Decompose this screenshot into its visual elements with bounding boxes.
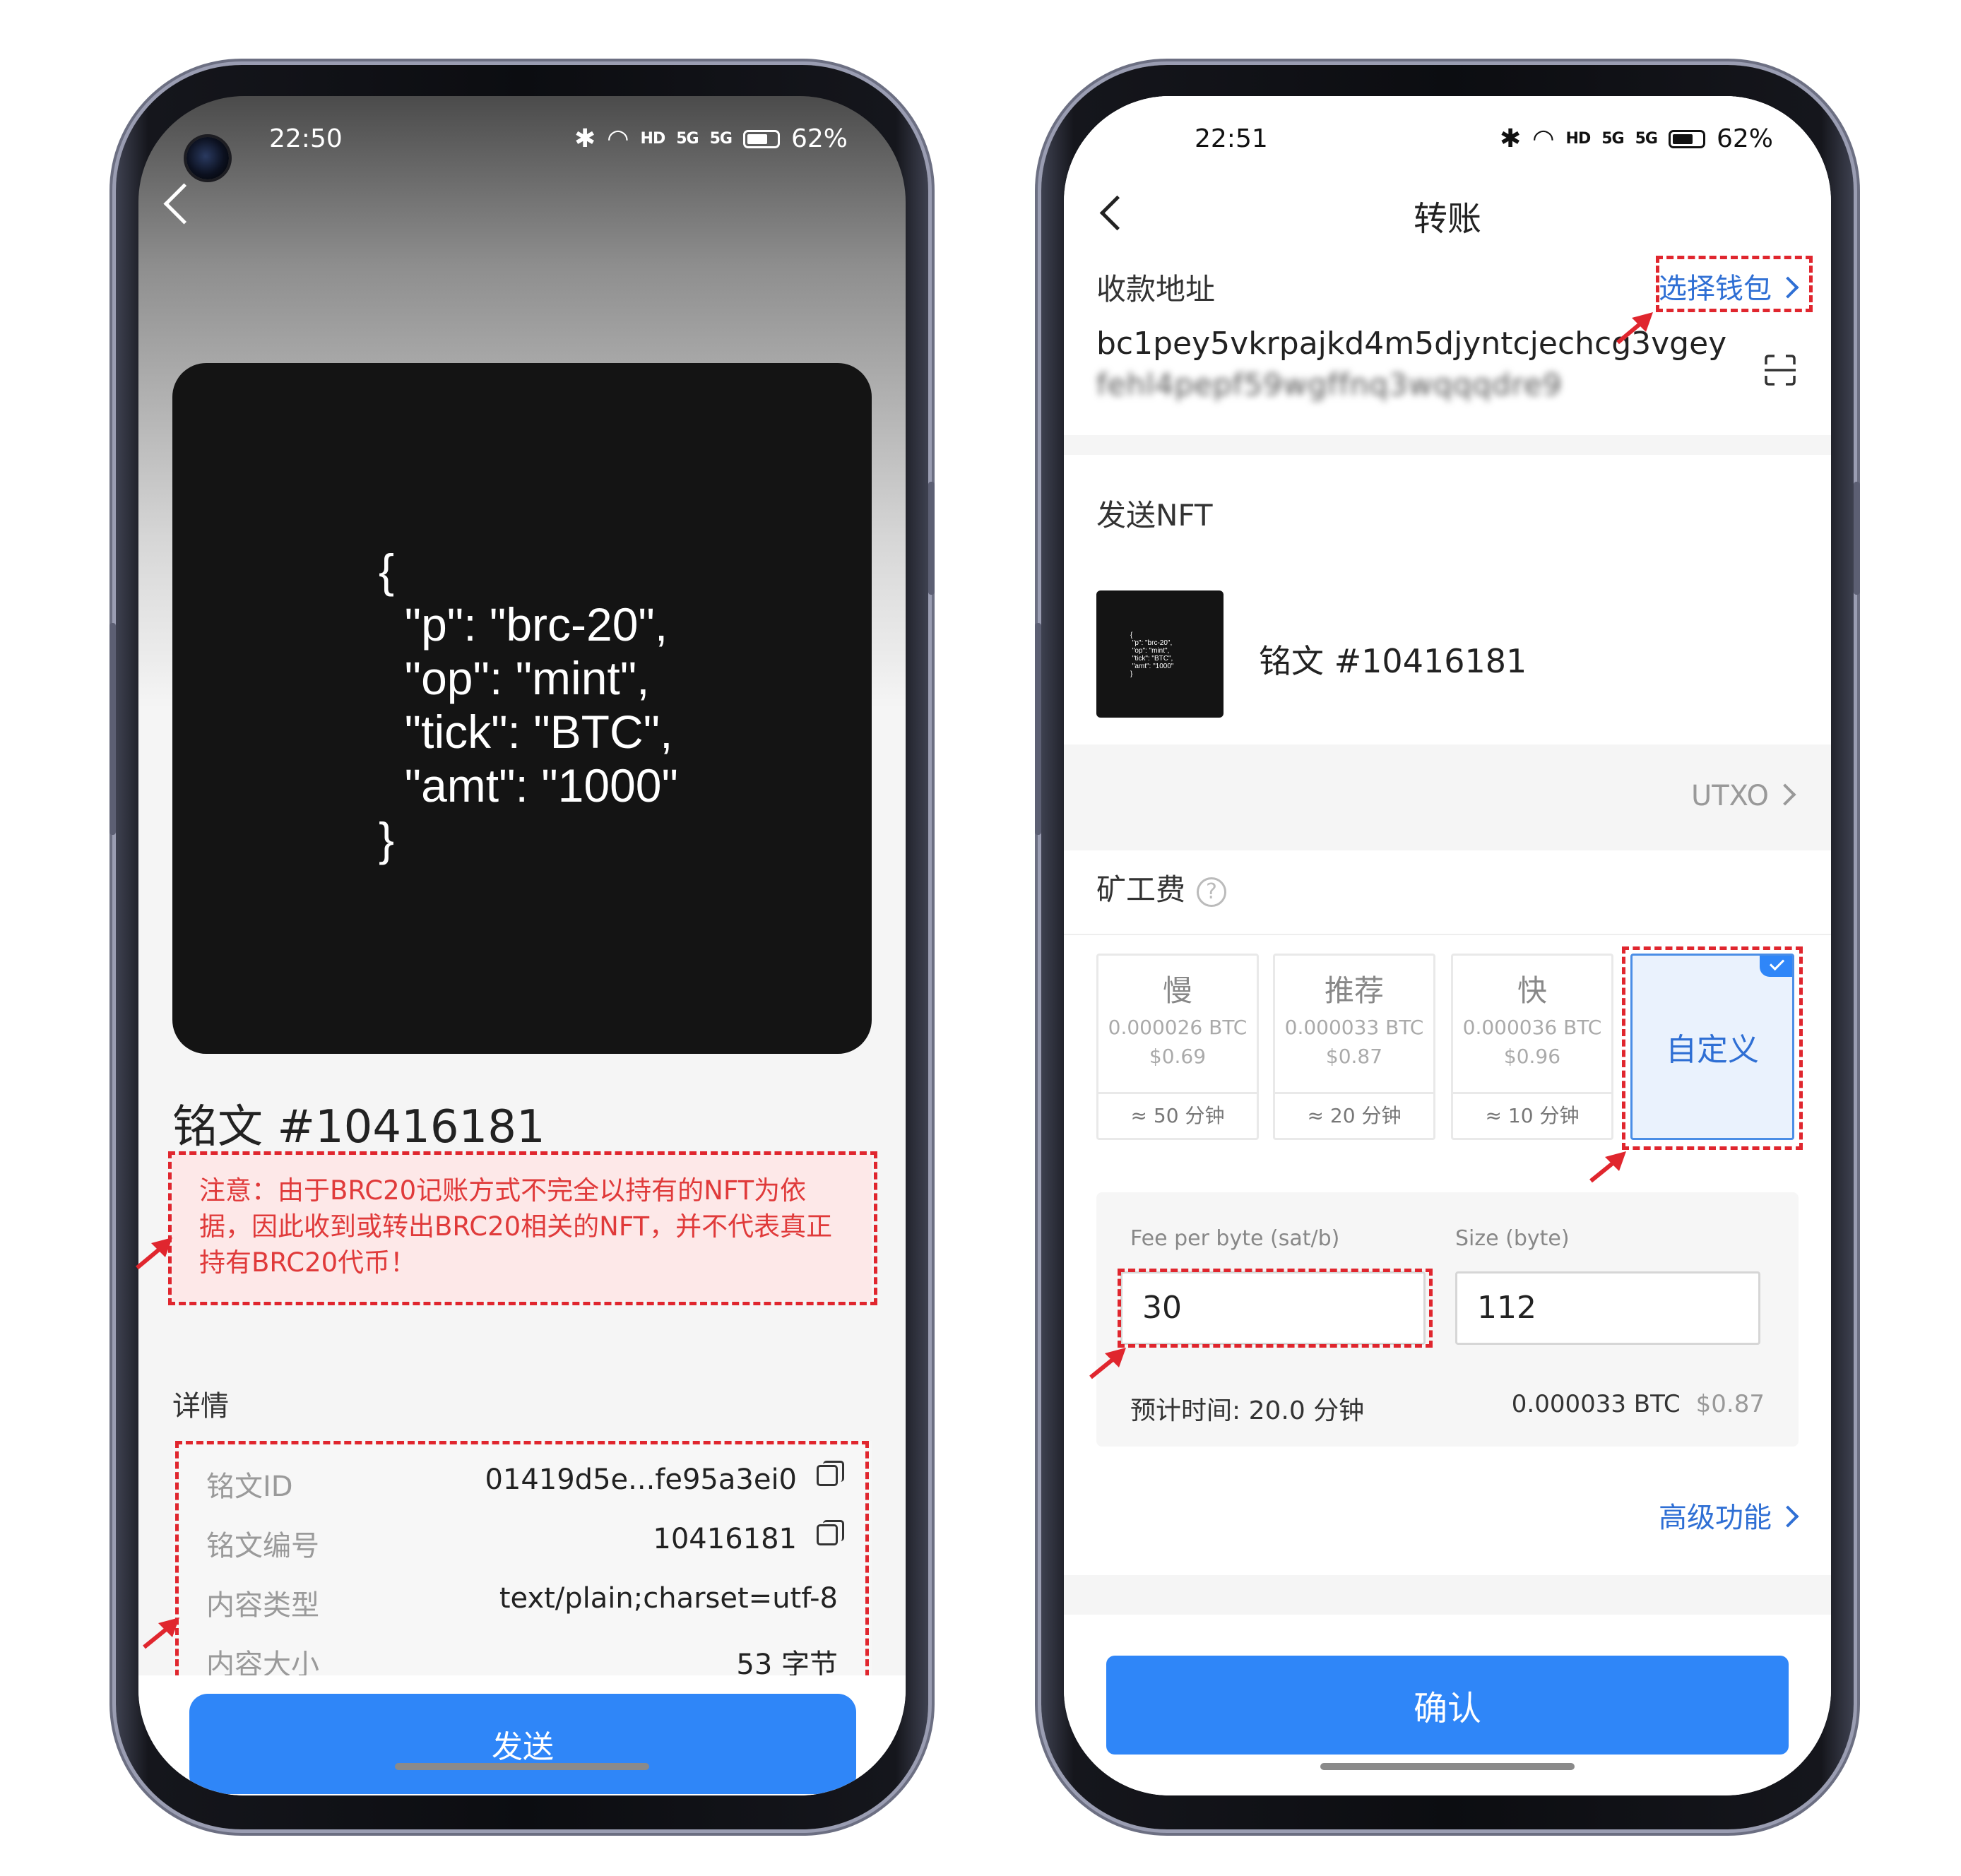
signal-icon: 5G: [676, 130, 699, 148]
status-time: 22:51: [1195, 124, 1268, 153]
advanced-link[interactable]: 高级功能: [1659, 1495, 1799, 1536]
address-label: 收款地址: [1096, 272, 1216, 307]
battery-icon: [742, 129, 780, 148]
scan-icon[interactable]: [1763, 353, 1797, 387]
nft-name: 铭文 #10416181: [1259, 642, 1527, 680]
highlight-box-details: [175, 1441, 869, 1708]
fee-option-title: 慢: [1162, 973, 1192, 1008]
nft-image: { "p": "brc-20", "op": "mint", "tick": "…: [172, 363, 872, 1054]
total-fee: 0.000033 BTC $0.87: [1512, 1390, 1765, 1418]
bluetooth-icon: ✱: [574, 124, 596, 153]
signal-icon-2: 5G: [709, 130, 733, 148]
status-time: 22:50: [269, 124, 343, 153]
utxo-label: UTXO: [1690, 780, 1769, 812]
status-bar: 22:50 ✱ ◠ HD 5G 5G 62%: [138, 96, 906, 188]
fee-option-slow[interactable]: 慢 0.000026 BTC $0.69 ≈ 50 分钟: [1096, 954, 1259, 1140]
confirm-button[interactable]: 确认: [1106, 1656, 1789, 1755]
size-input[interactable]: 112: [1455, 1271, 1760, 1345]
advanced-label: 高级功能: [1659, 1502, 1772, 1534]
total-fee-btc: 0.000033 BTC: [1511, 1390, 1681, 1418]
signal-icon: 5G: [1601, 130, 1624, 148]
status-icons: ✱ ◠ HD 5G 5G 62%: [1500, 124, 1773, 153]
size-label: Size (byte): [1455, 1226, 1570, 1251]
utxo-link[interactable]: UTXO: [1690, 780, 1796, 812]
fee-option-time: ≈ 50 分钟: [1098, 1092, 1257, 1138]
fee-option-usd: $0.87: [1325, 1045, 1383, 1068]
status-bar: 22:51 ✱ ◠ HD 5G 5G 62%: [1064, 96, 1831, 188]
details-title: 详情: [172, 1390, 229, 1423]
fee-label-text: 矿工费: [1096, 872, 1186, 907]
fee-option-time: ≈ 20 分钟: [1275, 1092, 1433, 1138]
highlight-box-custom-fee: [1622, 946, 1803, 1150]
fee-option-title: 快: [1517, 973, 1547, 1008]
highlight-box-select-wallet: [1656, 256, 1813, 312]
nft-thumbnail: { "p": "brc-20", "op": "mint", "tick": "…: [1096, 590, 1224, 718]
fee-option-title: 推荐: [1324, 973, 1384, 1008]
estimated-time: 预计时间: 20.0 分钟: [1130, 1396, 1365, 1425]
fee-option-recommended[interactable]: 推荐 0.000033 BTC $0.87 ≈ 20 分钟: [1273, 954, 1435, 1140]
chevron-right-icon: [1774, 783, 1796, 806]
nft-image-text: { "p": "brc-20", "op": "mint", "tick": "…: [379, 545, 678, 865]
status-icons: ✱ ◠ HD 5G 5G 62%: [574, 124, 848, 153]
recipient-address[interactable]: bc1pey5vkrpajkd4m5djyntcjechcg3vgey: [1096, 325, 1726, 363]
volume-button: [1035, 623, 1041, 835]
recipient-address-blurred: fehl4pepf59wgffnq3wqqqdre9: [1096, 367, 1563, 402]
fee-option-btc: 0.000036 BTC: [1462, 1016, 1602, 1039]
fee-option-time: ≈ 10 分钟: [1453, 1092, 1611, 1138]
total-fee-usd: $0.87: [1695, 1390, 1765, 1418]
nft-detail-screen: 22:50 ✱ ◠ HD 5G 5G 62% { "p": "brc-20", …: [138, 96, 906, 1795]
fee-label: 矿工费?: [1096, 866, 1227, 909]
chevron-right-icon: [1777, 1505, 1799, 1528]
home-indicator: [1320, 1763, 1575, 1770]
fee-option-usd: $0.69: [1149, 1045, 1207, 1068]
fee-option-fast[interactable]: 快 0.000036 BTC $0.96 ≈ 10 分钟: [1451, 954, 1613, 1140]
hd-badge: HD: [1565, 130, 1592, 148]
transfer-screen: 22:51 ✱ ◠ HD 5G 5G 62% 转账 收款地址 选择钱包 bc1p…: [1064, 96, 1831, 1795]
battery-icon: [1668, 129, 1705, 148]
nft-thumbnail-text: { "p": "brc-20", "op": "mint", "tick": "…: [1130, 631, 1174, 678]
fee-divider: [1064, 934, 1831, 935]
battery-percent: 62%: [790, 124, 848, 153]
fee-option-usd: $0.96: [1503, 1045, 1561, 1068]
bluetooth-icon: ✱: [1499, 124, 1522, 153]
fee-option-btc: 0.000026 BTC: [1108, 1016, 1248, 1039]
highlight-box-warning: [168, 1151, 877, 1305]
power-button: [928, 482, 935, 595]
home-indicator: [395, 1763, 649, 1770]
help-icon[interactable]: ?: [1197, 877, 1227, 907]
wifi-icon: ◠: [607, 124, 629, 153]
left-phone-frame: 22:50 ✱ ◠ HD 5G 5G 62% { "p": "brc-20", …: [109, 65, 935, 1829]
page-title: 转账: [1413, 199, 1481, 239]
wifi-icon: ◠: [1532, 124, 1555, 153]
volume-button: [109, 623, 116, 835]
send-nft-label: 发送NFT: [1096, 498, 1213, 533]
nft-title: 铭文 #10416181: [172, 1101, 545, 1153]
battery-percent: 62%: [1716, 124, 1773, 153]
fee-option-btc: 0.000033 BTC: [1284, 1016, 1424, 1039]
power-button: [1854, 482, 1860, 595]
fee-per-byte-label: Fee per byte (sat/b): [1130, 1226, 1340, 1251]
highlight-box-fee-input: [1118, 1269, 1433, 1348]
back-icon[interactable]: [163, 183, 205, 225]
hd-badge: HD: [640, 130, 666, 148]
right-phone-frame: 22:51 ✱ ◠ HD 5G 5G 62% 转账 收款地址 选择钱包 bc1p…: [1035, 65, 1860, 1829]
signal-icon-2: 5G: [1635, 130, 1658, 148]
send-button[interactable]: 发送: [189, 1694, 856, 1794]
